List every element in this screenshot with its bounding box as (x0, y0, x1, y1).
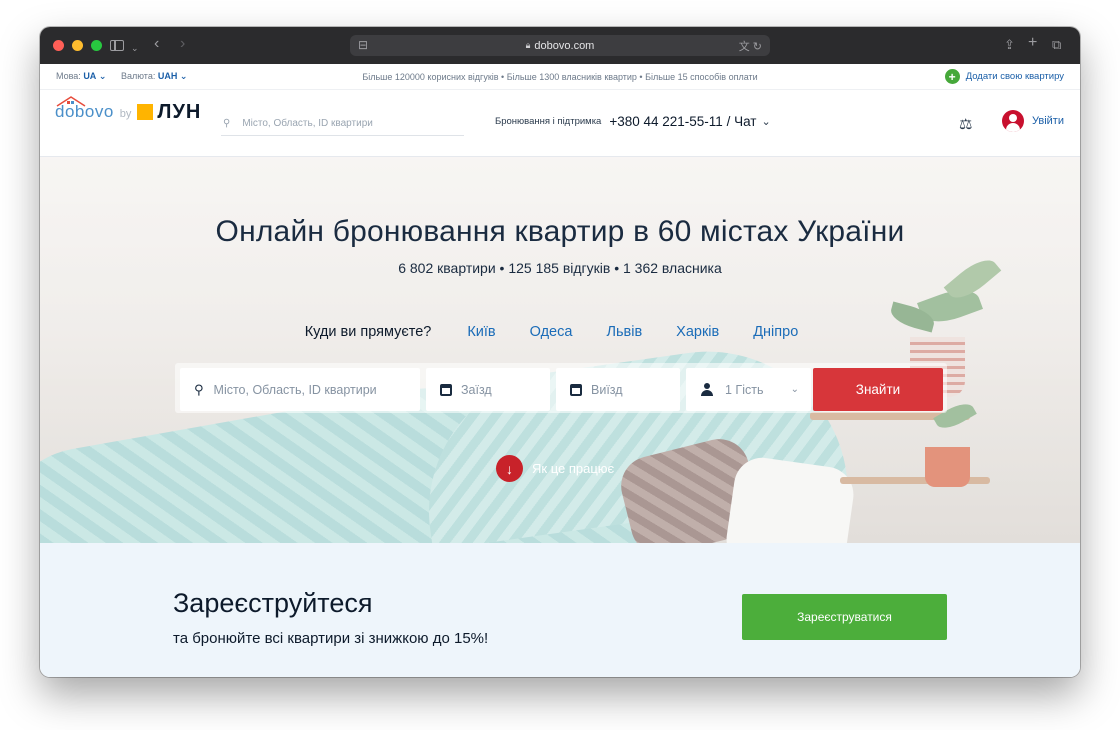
user-avatar-icon (1002, 110, 1024, 132)
back-icon[interactable]: ‹ (154, 35, 159, 53)
address-url: dobovo.com (534, 39, 595, 52)
support-phone: +380 44 221-55-11 / Чат (609, 114, 757, 129)
add-apartment-link[interactable]: + Додати свою квартиру (944, 69, 1064, 84)
address-bar[interactable]: ⊟ 🔒︎ dobovo.com 文 ↻ (350, 35, 770, 56)
person-icon (700, 382, 714, 397)
checkin-date-input[interactable]: Заїзд (426, 368, 550, 411)
tab-overview-icon[interactable]: ⧉ (1052, 36, 1061, 54)
city-link-kyiv[interactable]: Київ (467, 324, 495, 340)
plus-icon: + (944, 69, 960, 84)
chevron-down-icon[interactable]: ⌄ (131, 39, 139, 57)
logo[interactable]: dobovo by ЛУН (55, 96, 202, 123)
share-icon[interactable]: ⇪ (1004, 36, 1015, 54)
guests-select[interactable]: 1 Гість ⌄ (686, 368, 811, 411)
cities-question: Куди ви прямуєте? (304, 324, 432, 340)
minimize-window-button[interactable] (72, 40, 83, 51)
compare-scales-icon[interactable]: ⚖ (959, 115, 972, 133)
sidebar-toggle-icon[interactable] (110, 40, 124, 51)
calendar-icon (570, 383, 582, 396)
add-apartment-label: Додати свою квартиру (965, 71, 1064, 82)
chevron-down-icon: ⌄ (790, 384, 799, 395)
city-search-input[interactable]: ⚲ Місто, Область, ID квартири (180, 368, 420, 411)
register-subtitle: та бронюйте всі квартири зі знижкою до 1… (173, 630, 489, 647)
register-banner: Зареєструйтеся та бронюйте всі квартири … (40, 543, 1080, 677)
arrow-down-icon: ↓ (496, 455, 523, 482)
close-window-button[interactable] (53, 40, 64, 51)
register-title: Зареєструйтеся (173, 588, 373, 618)
chevron-down-icon: ⌄ (761, 116, 771, 128)
city-link-odesa[interactable]: Одеса (530, 324, 573, 340)
register-button[interactable]: Зареєструватися (742, 594, 947, 640)
checkin-placeholder: Заїзд (461, 382, 492, 397)
city-link-lviv[interactable]: Львів (606, 324, 642, 340)
search-icon: ⚲ (194, 381, 204, 397)
forward-icon[interactable]: › (180, 35, 185, 53)
site-header: dobovo by ЛУН ⚲ Місто, Область, ID кварт… (40, 90, 1080, 157)
support-dropdown[interactable]: Бронювання і підтримка +380 44 221-55-11… (495, 114, 771, 129)
header-search-placeholder: Місто, Область, ID квартири (242, 118, 373, 129)
checkout-date-input[interactable]: Виїзд (556, 368, 680, 411)
hero-section: Онлайн бронювання квартир в 60 містах Ук… (40, 157, 1080, 543)
how-it-works-label: Як це працює (532, 461, 615, 476)
lock-icon: 🔒︎ (525, 40, 531, 50)
page-menu-icon[interactable]: ⊟ (358, 38, 368, 52)
promo-text: Більше 120000 корисних відгуків • Більше… (362, 71, 758, 82)
house-icon (56, 96, 86, 107)
guests-value: 1 Гість (725, 382, 764, 397)
calendar-icon (440, 383, 452, 396)
login-label: Увійти (1032, 115, 1064, 127)
city-link-dnipro[interactable]: Дніпро (753, 324, 798, 340)
browser-window: ⌄ ‹ › ⊟ 🔒︎ dobovo.com 文 ↻ ⇪ + ⧉ Мова: UA… (40, 27, 1080, 677)
window-controls (53, 40, 102, 51)
logo-by: by (119, 108, 132, 120)
city-link-kharkiv[interactable]: Харків (676, 324, 719, 340)
checkout-placeholder: Виїзд (591, 382, 623, 397)
hero-title: Онлайн бронювання квартир в 60 містах Ук… (215, 215, 905, 248)
logo-dobovo: dobovo (55, 96, 114, 122)
browser-titlebar: ⌄ ‹ › ⊟ 🔒︎ dobovo.com 文 ↻ ⇪ + ⧉ (40, 27, 1080, 64)
how-it-works-link[interactable]: ↓ Як це працює (496, 455, 614, 482)
maximize-window-button[interactable] (91, 40, 102, 51)
info-bar: Мова: UA ⌄ Валюта: UAH ⌄ Більше 120000 к… (40, 64, 1080, 90)
support-label: Бронювання і підтримка (495, 116, 602, 127)
logo-lun: ЛУН (157, 101, 202, 123)
lun-square-icon (137, 104, 154, 120)
reload-icon[interactable]: 文 ↻ (739, 38, 762, 54)
header-search-input[interactable]: ⚲ Місто, Область, ID квартири (221, 112, 464, 136)
popular-cities: Куди ви прямуєте? Київ Одеса Львів Харкі… (40, 324, 1080, 340)
login-button[interactable]: Увійти (1002, 110, 1064, 132)
new-tab-icon[interactable]: + (1028, 34, 1037, 52)
search-icon: ⚲ (223, 118, 231, 129)
search-submit-button[interactable]: Знайти (813, 368, 943, 411)
city-search-placeholder: Місто, Область, ID квартири (213, 382, 377, 397)
hero-stats: 6 802 квартири • 125 185 відгуків • 1 36… (398, 260, 722, 276)
booking-search-form: ⚲ Місто, Область, ID квартири Заїзд Виїз… (175, 363, 947, 413)
